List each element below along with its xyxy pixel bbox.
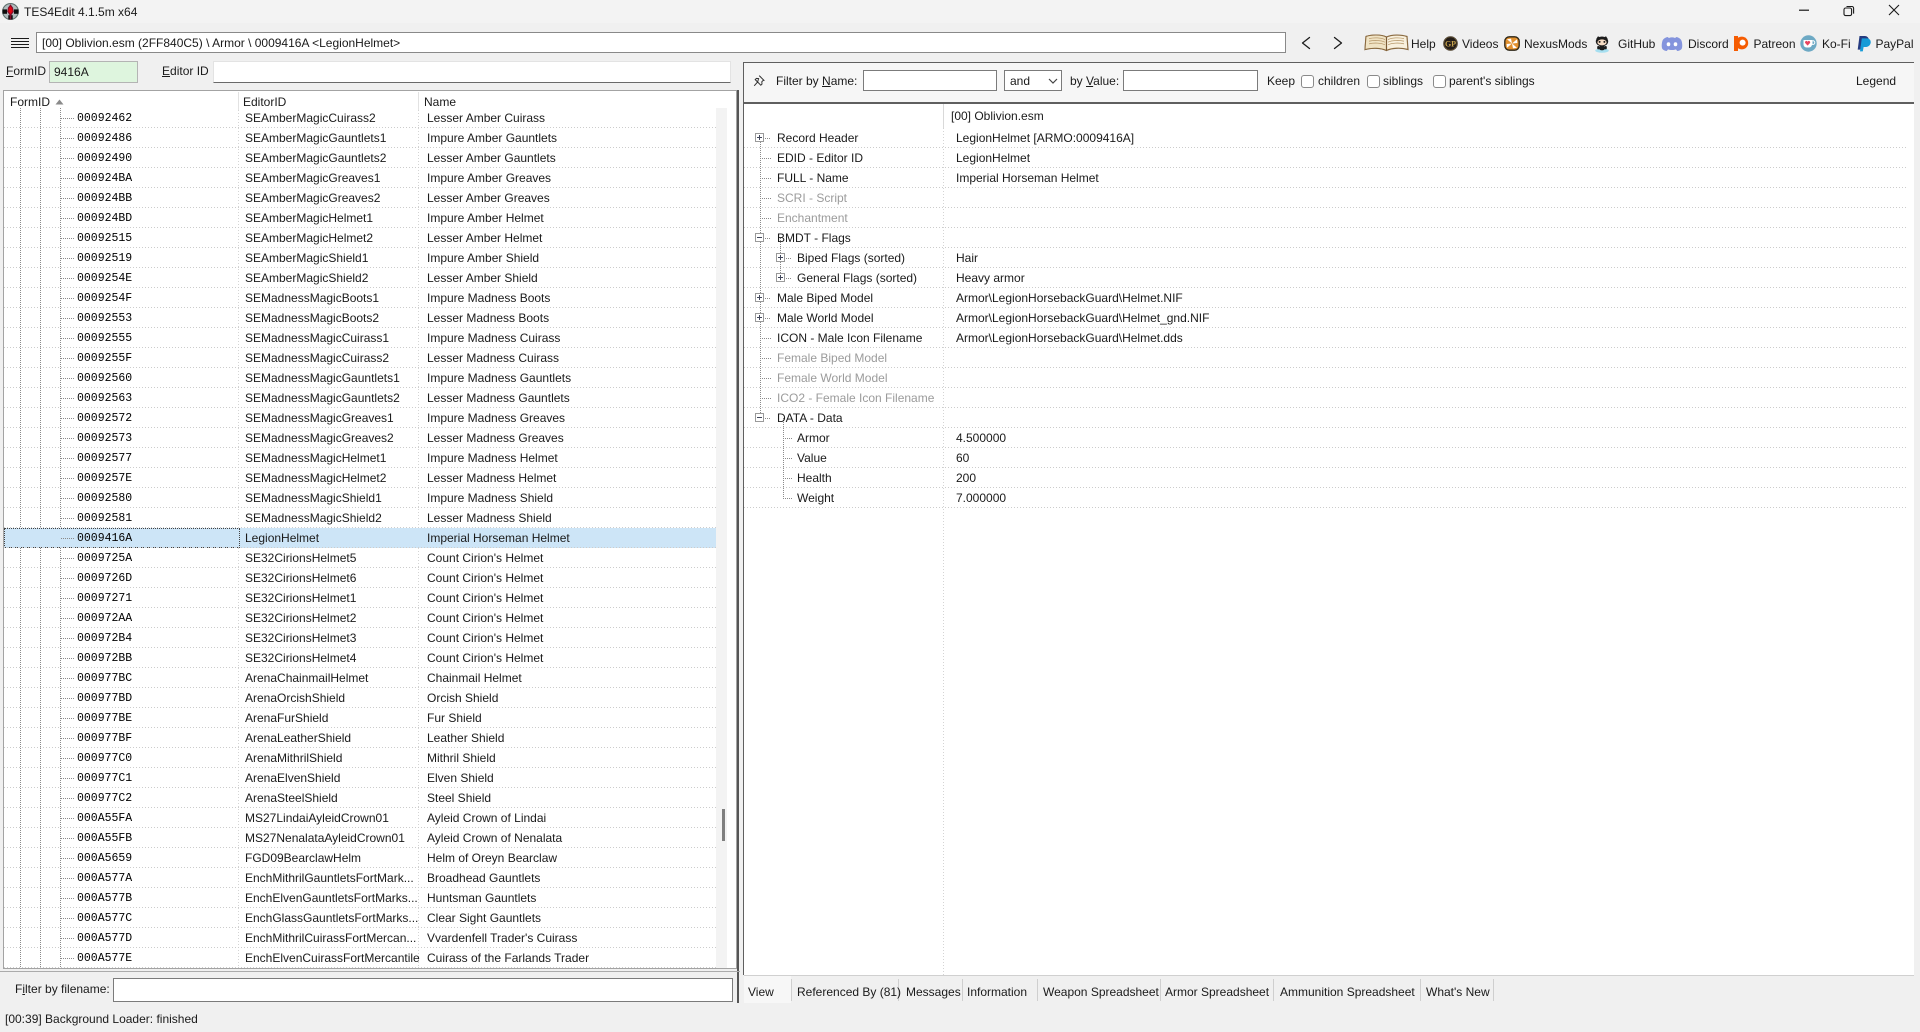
svg-text:GP: GP	[1445, 39, 1456, 48]
